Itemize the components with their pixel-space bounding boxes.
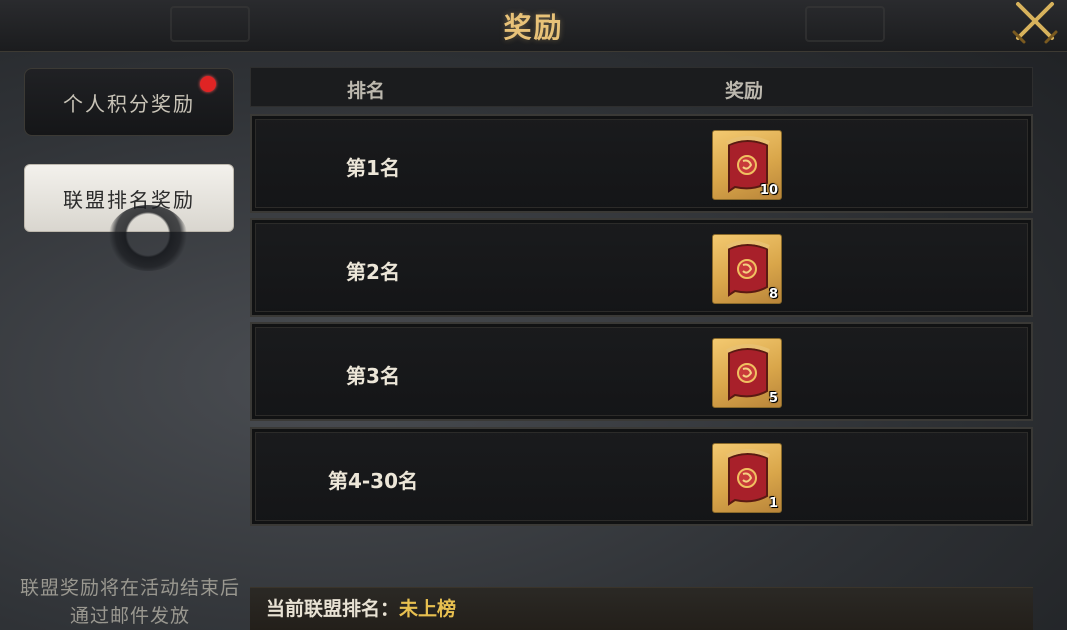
reward-note: 联盟奖励将在活动结束后通过邮件发放: [20, 577, 241, 627]
column-header-reward: 奖励: [725, 80, 764, 102]
decorative-ring: [108, 205, 188, 271]
status-value: 未上榜: [399, 598, 457, 620]
reward-count: 1: [768, 496, 778, 511]
rank-label: 第4-30名: [327, 469, 419, 493]
reward-count: 8: [768, 287, 778, 302]
reward-count: 10: [759, 183, 778, 198]
reward-item[interactable]: 1: [712, 443, 782, 513]
status-label: 当前联盟排名：: [266, 598, 400, 620]
reward-item[interactable]: 5: [712, 338, 782, 408]
table-row: 第3名 5: [250, 322, 1033, 421]
notification-dot: [200, 76, 216, 92]
column-header-rank: 排名: [347, 80, 386, 102]
current-rank-status: 当前联盟排名：未上榜: [250, 587, 1033, 630]
reward-count: 5: [768, 391, 778, 406]
reward-item[interactable]: 10: [712, 130, 782, 200]
crossed-swords-close-icon: [1012, 2, 1058, 44]
table-row: 第1名 10: [250, 114, 1033, 213]
reward-item[interactable]: 8: [712, 234, 782, 304]
rank-label: 第2名: [346, 260, 400, 284]
table-header: 排名 奖励: [250, 67, 1033, 107]
table-row: 第2名 8: [250, 218, 1033, 317]
page-title: 奖励: [503, 11, 564, 44]
table-row: 第4-30名 1: [250, 427, 1033, 526]
tab-label: 个人积分奖励: [63, 91, 195, 116]
rank-label: 第3名: [346, 364, 400, 388]
rank-label: 第1名: [346, 156, 400, 180]
close-button[interactable]: [1010, 0, 1060, 44]
